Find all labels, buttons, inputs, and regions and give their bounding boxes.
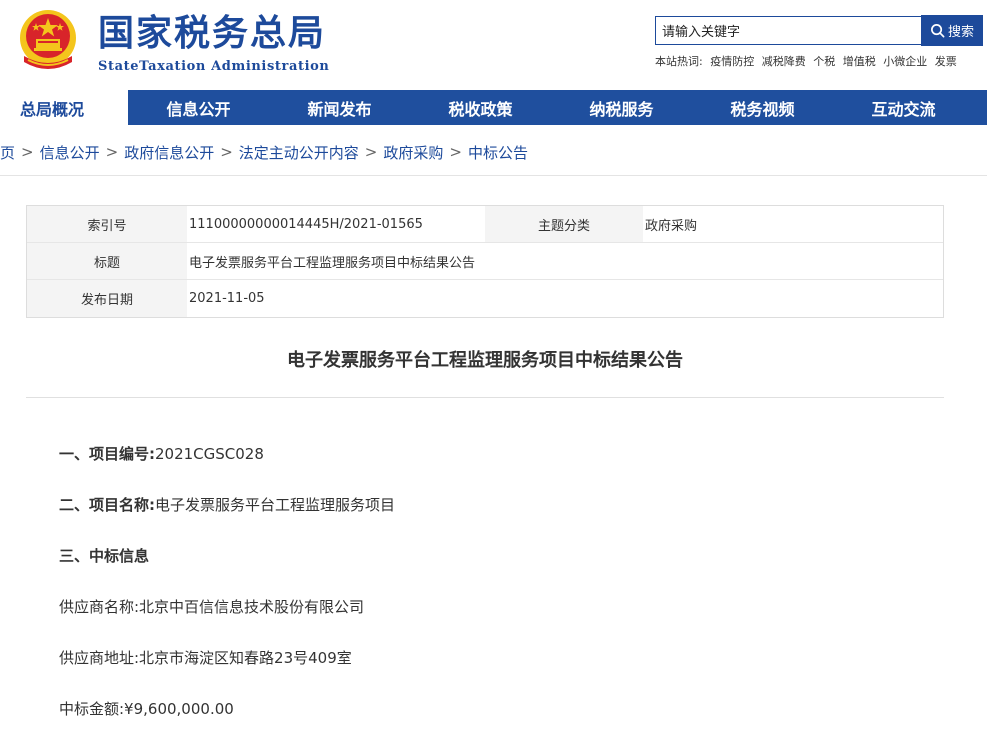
award-info-heading-text: 三、中标信息	[59, 547, 150, 565]
hot-words-label: 本站热词:	[655, 55, 703, 68]
breadcrumb-separator: >	[21, 143, 34, 161]
supplier-name: 供应商名称:北京中百信信息技术股份有限公司	[59, 598, 365, 616]
site-header: 国家税务总局 StateTaxation Administration 搜索 本…	[0, 0, 987, 88]
category-label: 主题分类	[485, 206, 643, 242]
info-row-title: 标题 电子发票服务平台工程监理服务项目中标结果公告	[27, 243, 943, 280]
site-logo-title[interactable]: 国家税务总局	[98, 12, 326, 56]
nav-item-tax-policy[interactable]: 税收政策	[410, 90, 551, 125]
project-name-value: 电子发票服务平台工程监理服务项目	[155, 496, 396, 514]
title-label: 标题	[27, 243, 187, 279]
hot-word-link[interactable]: 发票	[935, 55, 957, 68]
hot-word-link[interactable]: 减税降费	[762, 55, 806, 68]
index-label: 索引号	[27, 206, 187, 242]
breadcrumb-gov-info[interactable]: 政府信息公开	[124, 142, 214, 163]
nav-item-tax-video[interactable]: 税务视频	[692, 90, 833, 125]
info-row-date: 发布日期 2021-11-05	[27, 280, 943, 317]
search-button[interactable]: 搜索	[921, 15, 983, 46]
breadcrumb: 页 > 信息公开 > 政府信息公开 > 法定主动公开内容 > 政府采购 > 中标…	[0, 140, 528, 164]
info-row-index: 索引号 11100000000014445H/2021-01565 主题分类 政…	[27, 206, 943, 243]
national-emblem-icon	[20, 10, 76, 69]
breadcrumb-award-notice[interactable]: 中标公告	[468, 142, 528, 163]
title-value: 电子发票服务平台工程监理服务项目中标结果公告	[189, 255, 476, 271]
project-number: 一、项目编号:2021CGSC028	[59, 443, 264, 464]
breadcrumb-home[interactable]: 页	[0, 142, 15, 163]
breadcrumb-statutory[interactable]: 法定主动公开内容	[239, 142, 359, 163]
nav-item-tax-service[interactable]: 纳税服务	[551, 90, 692, 125]
project-name-label: 二、项目名称:	[59, 496, 155, 514]
hot-word-link[interactable]: 疫情防控	[710, 55, 754, 68]
breadcrumb-info-disclosure[interactable]: 信息公开	[40, 142, 100, 163]
hot-words: 本站热词: 疫情防控 减税降费 个税 增值税 小微企业 发票	[655, 53, 961, 69]
hot-word-link[interactable]: 增值税	[843, 55, 876, 68]
project-number-label: 一、项目编号:	[59, 445, 155, 463]
breadcrumb-separator: >	[449, 143, 462, 161]
date-value: 2021-11-05	[189, 291, 265, 306]
nav-item-info-disclosure[interactable]: 信息公开	[128, 90, 269, 125]
supplier-address: 供应商地址:北京市海淀区知春路23号409室	[59, 649, 352, 667]
project-name: 二、项目名称:电子发票服务平台工程监理服务项目	[59, 494, 395, 515]
search-icon	[931, 24, 945, 38]
breadcrumb-separator: >	[220, 143, 233, 161]
project-number-value: 2021CGSC028	[155, 445, 264, 463]
index-value: 11100000000014445H/2021-01565	[189, 216, 423, 232]
nav-item-news[interactable]: 新闻发布	[269, 90, 410, 125]
article-title: 电子发票服务平台工程监理服务项目中标结果公告	[287, 350, 683, 371]
main-nav: 总局概况 信息公开 新闻发布 税收政策 纳税服务 税务视频 互动交流	[0, 90, 987, 125]
breadcrumb-separator: >	[105, 143, 119, 161]
hot-word-link[interactable]: 个税	[813, 55, 835, 68]
category-value: 政府采购	[645, 218, 698, 234]
search-input[interactable]	[655, 16, 923, 45]
breadcrumb-procurement[interactable]: 政府采购	[383, 142, 443, 163]
search-button-label: 搜索	[947, 25, 974, 40]
breadcrumb-separator: >	[364, 143, 378, 161]
document-info-table: 索引号 11100000000014445H/2021-01565 主题分类 政…	[26, 205, 944, 318]
award-info-heading: 三、中标信息	[59, 545, 149, 566]
site-logo-subtitle: StateTaxation Administration	[98, 59, 330, 74]
date-label: 发布日期	[27, 280, 187, 317]
nav-item-overview[interactable]: 总局概况	[0, 90, 128, 125]
nav-item-interaction[interactable]: 互动交流	[833, 90, 974, 125]
award-amount: 中标金额:¥9,600,000.00	[59, 700, 234, 718]
divider	[26, 397, 944, 398]
hot-word-link[interactable]: 小微企业	[883, 55, 927, 68]
divider	[0, 175, 987, 176]
